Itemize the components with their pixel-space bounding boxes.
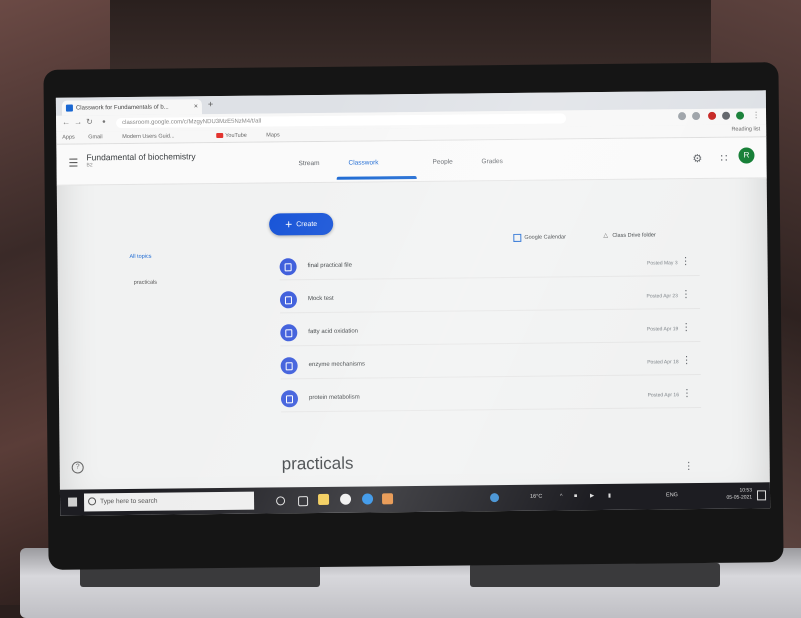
puzzle-icon[interactable] xyxy=(722,111,731,120)
more-vert-icon[interactable]: ⋮ xyxy=(681,322,690,333)
class-section: B2 xyxy=(86,162,93,169)
avatar[interactable]: R xyxy=(738,147,755,164)
help-icon[interactable]: ? xyxy=(71,461,84,474)
edge-icon[interactable] xyxy=(361,493,374,505)
item-date: Posted Apr 19 xyxy=(646,326,679,333)
calendar-icon xyxy=(513,233,522,242)
more-vert-icon[interactable]: ⋮ xyxy=(681,289,690,300)
list-item[interactable]: Mock test Posted Apr 23 ⋮ xyxy=(279,283,701,314)
new-tab-button[interactable]: + xyxy=(208,99,213,109)
search-icon xyxy=(88,497,97,506)
weather-icon[interactable] xyxy=(489,493,500,503)
reading-list-button[interactable]: Reading list xyxy=(731,126,760,132)
active-tab-indicator xyxy=(336,175,417,180)
battery-icon[interactable]: ▮ xyxy=(608,493,611,499)
apps-grid-icon[interactable]: ∷ xyxy=(720,152,727,165)
windows-start-icon[interactable] xyxy=(68,497,78,507)
tab-people[interactable]: People xyxy=(432,159,452,166)
more-vert-icon[interactable]: ⋮ xyxy=(681,256,690,267)
item-date: Posted Apr 23 xyxy=(646,293,678,300)
clock-date: 05-05-2021 xyxy=(726,494,753,501)
volume-icon[interactable]: ▶ xyxy=(590,493,594,499)
taskbar-search-input[interactable]: Type here to search xyxy=(83,491,255,512)
extension-icon[interactable] xyxy=(708,111,717,120)
classroom-favicon-icon xyxy=(65,104,73,112)
bookmark-youtube[interactable]: YouTube xyxy=(216,133,247,139)
assignment-icon xyxy=(280,357,298,375)
plus-icon: + xyxy=(285,217,293,232)
weather-temp[interactable]: 16°C xyxy=(530,494,542,500)
assignment-icon xyxy=(280,390,299,408)
extension-icon[interactable] xyxy=(692,111,701,121)
classroom-header: ☰ Fundamental of biochemistry B2 Stream … xyxy=(56,137,767,186)
google-calendar-link[interactable]: Google Calendar xyxy=(513,233,566,242)
cortana-icon[interactable] xyxy=(276,496,286,506)
taskbar-clock[interactable]: 10:53 05-05-2021 xyxy=(726,487,752,501)
assignment-icon xyxy=(279,258,297,276)
chrome-icon[interactable] xyxy=(339,493,352,505)
page-title[interactable]: Fundamental of biochemistry xyxy=(86,151,195,162)
laptop-screen: Classwork for Fundamentals of b... × + ←… xyxy=(55,90,771,516)
bookmark-guide[interactable]: Modern Users Guid... xyxy=(122,133,174,140)
file-explorer-icon[interactable] xyxy=(317,493,330,506)
item-date: Posted Apr 16 xyxy=(647,392,680,399)
item-title: fatty acid oxidation xyxy=(308,328,359,336)
laptop-hinge-right xyxy=(470,563,720,587)
gear-icon[interactable]: ⚙ xyxy=(692,152,702,165)
assignment-icon xyxy=(280,324,298,342)
bookmark-maps[interactable]: Maps xyxy=(266,132,280,138)
drive-folder-link[interactable]: △ Class Drive folder xyxy=(603,232,655,239)
tab-classwork[interactable]: Classwork xyxy=(348,159,378,166)
item-title: final practical file xyxy=(307,262,352,270)
more-vert-icon[interactable]: ⋮ xyxy=(684,461,694,472)
network-icon[interactable]: ■ xyxy=(574,493,577,499)
url-field[interactable]: classroom.google.com/c/MzgyNDU3MzE5NzM4/… xyxy=(116,113,567,129)
item-title: protein metabolism xyxy=(308,394,360,402)
topic-heading: practicals xyxy=(281,453,354,474)
tab-grades[interactable]: Grades xyxy=(481,158,502,165)
browser-tab[interactable]: Classwork for Fundamentals of b... × xyxy=(61,99,203,116)
create-label: Create xyxy=(296,220,318,228)
item-title: Mock test xyxy=(307,295,334,303)
assignment-icon xyxy=(279,291,298,309)
topic-practicals[interactable]: practicals xyxy=(134,280,157,286)
list-item[interactable]: final practical file Posted May 3 ⋮ xyxy=(279,250,700,281)
chevron-up-icon[interactable]: ^ xyxy=(560,493,563,499)
task-view-icon[interactable] xyxy=(298,496,309,507)
profile-icon[interactable] xyxy=(736,111,745,120)
close-icon[interactable]: × xyxy=(194,103,198,110)
tab-title: Classwork for Fundamentals of b... xyxy=(75,104,169,112)
item-date: Posted Apr 18 xyxy=(647,359,679,366)
kebab-menu-icon[interactable]: ⋮ xyxy=(752,110,760,119)
extension-icon[interactable] xyxy=(678,112,687,121)
forward-icon[interactable]: → xyxy=(74,117,82,126)
back-icon[interactable]: ← xyxy=(62,118,70,127)
list-item[interactable]: enzyme mechanisms Posted Apr 18 ⋮ xyxy=(280,349,701,380)
store-icon[interactable] xyxy=(381,493,394,505)
language-indicator[interactable]: ENG xyxy=(666,492,678,498)
more-vert-icon[interactable]: ⋮ xyxy=(682,355,691,366)
list-item[interactable]: fatty acid oxidation Posted Apr 19 ⋮ xyxy=(280,316,701,347)
hamburger-menu-icon[interactable]: ☰ xyxy=(68,156,78,169)
item-title: enzyme mechanisms xyxy=(308,361,366,369)
list-item[interactable]: protein metabolism Posted Apr 16 ⋮ xyxy=(280,382,702,413)
create-button[interactable]: + Create xyxy=(269,212,334,236)
youtube-icon xyxy=(216,133,224,139)
notification-icon[interactable] xyxy=(756,490,767,501)
item-date: Posted May 3 xyxy=(646,260,678,267)
topic-all[interactable]: All topics xyxy=(129,254,151,260)
drive-icon: △ xyxy=(603,232,608,240)
more-vert-icon[interactable]: ⋮ xyxy=(682,388,691,399)
reload-icon[interactable]: ↻ xyxy=(86,117,93,126)
lock-icon: ● xyxy=(102,119,106,126)
bookmark-gmail[interactable]: Gmail xyxy=(88,134,102,140)
bookmark-apps[interactable]: Apps xyxy=(62,135,75,141)
tab-stream[interactable]: Stream xyxy=(298,160,319,167)
